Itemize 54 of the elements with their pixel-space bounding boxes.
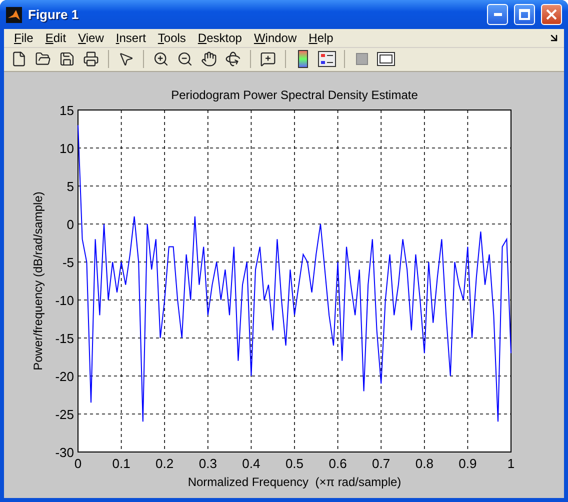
menu-item[interactable]: Insert [110, 30, 152, 45]
x-tick-label: 0.1 [112, 456, 130, 471]
y-axis-label: Power/frequency (dB/rad/sample) [31, 192, 45, 370]
save-icon [59, 51, 75, 68]
minimize-icon [494, 13, 502, 16]
y-tick-label: -10 [55, 293, 74, 308]
y-tick-label: 10 [60, 141, 74, 156]
close-button[interactable] [541, 4, 562, 26]
colorbar-icon [298, 50, 308, 68]
y-tick-label: 5 [66, 179, 74, 194]
y-tick-label: 0 [66, 217, 74, 232]
window-title: Figure 1 [28, 7, 80, 22]
maximize-icon [519, 9, 530, 20]
hand-icon [201, 51, 217, 68]
x-tick-label: 0.3 [198, 456, 217, 471]
x-tick-label: 0.8 [415, 456, 434, 471]
x-tick-label: 0.2 [156, 456, 174, 471]
app-logo-icon [6, 6, 22, 23]
x-tick-label: 0 [74, 456, 82, 471]
menu-item[interactable]: View [72, 30, 110, 45]
menu-item[interactable]: Help [302, 30, 340, 45]
x-tick-label: 0.4 [242, 456, 260, 471]
x-axis-label: Normalized Frequency (×π rad/sample) [188, 475, 402, 489]
legend-icon [318, 51, 336, 68]
zoom-out-icon [177, 51, 193, 68]
y-tick-label: -15 [55, 331, 74, 346]
menu-item[interactable]: Edit [39, 30, 72, 45]
chart-title: Periodogram Power Spectral Density Estimate [171, 88, 418, 102]
y-tick-label: -30 [55, 445, 74, 460]
y-tick-label: -20 [55, 369, 74, 384]
menu-item[interactable]: Window [248, 30, 303, 45]
square-icon [356, 53, 368, 66]
close-icon [546, 9, 557, 20]
x-tick-label: 0.9 [458, 456, 477, 471]
open-folder-icon [35, 51, 51, 68]
x-tick-label: 1 [507, 456, 515, 471]
menu-item[interactable]: Tools [152, 30, 192, 45]
x-tick-label: 0.7 [372, 456, 390, 471]
maximize-button[interactable] [514, 4, 535, 26]
window-icon [377, 52, 395, 66]
new-file-icon [11, 51, 27, 68]
menu-item[interactable]: File [8, 30, 40, 45]
zoom-in-icon [153, 51, 169, 68]
print-icon [83, 51, 99, 68]
y-tick-label: -25 [55, 407, 74, 422]
x-tick-label: 0.6 [328, 456, 347, 471]
menu-item[interactable]: Desktop [192, 30, 248, 45]
data-cursor-icon [260, 51, 276, 68]
y-tick-label: 15 [60, 103, 74, 118]
pointer-icon [118, 51, 134, 68]
minimize-button[interactable] [487, 4, 508, 26]
x-tick-label: 0.5 [285, 456, 304, 471]
y-tick-label: -5 [62, 255, 74, 270]
rotate-icon [225, 51, 241, 68]
